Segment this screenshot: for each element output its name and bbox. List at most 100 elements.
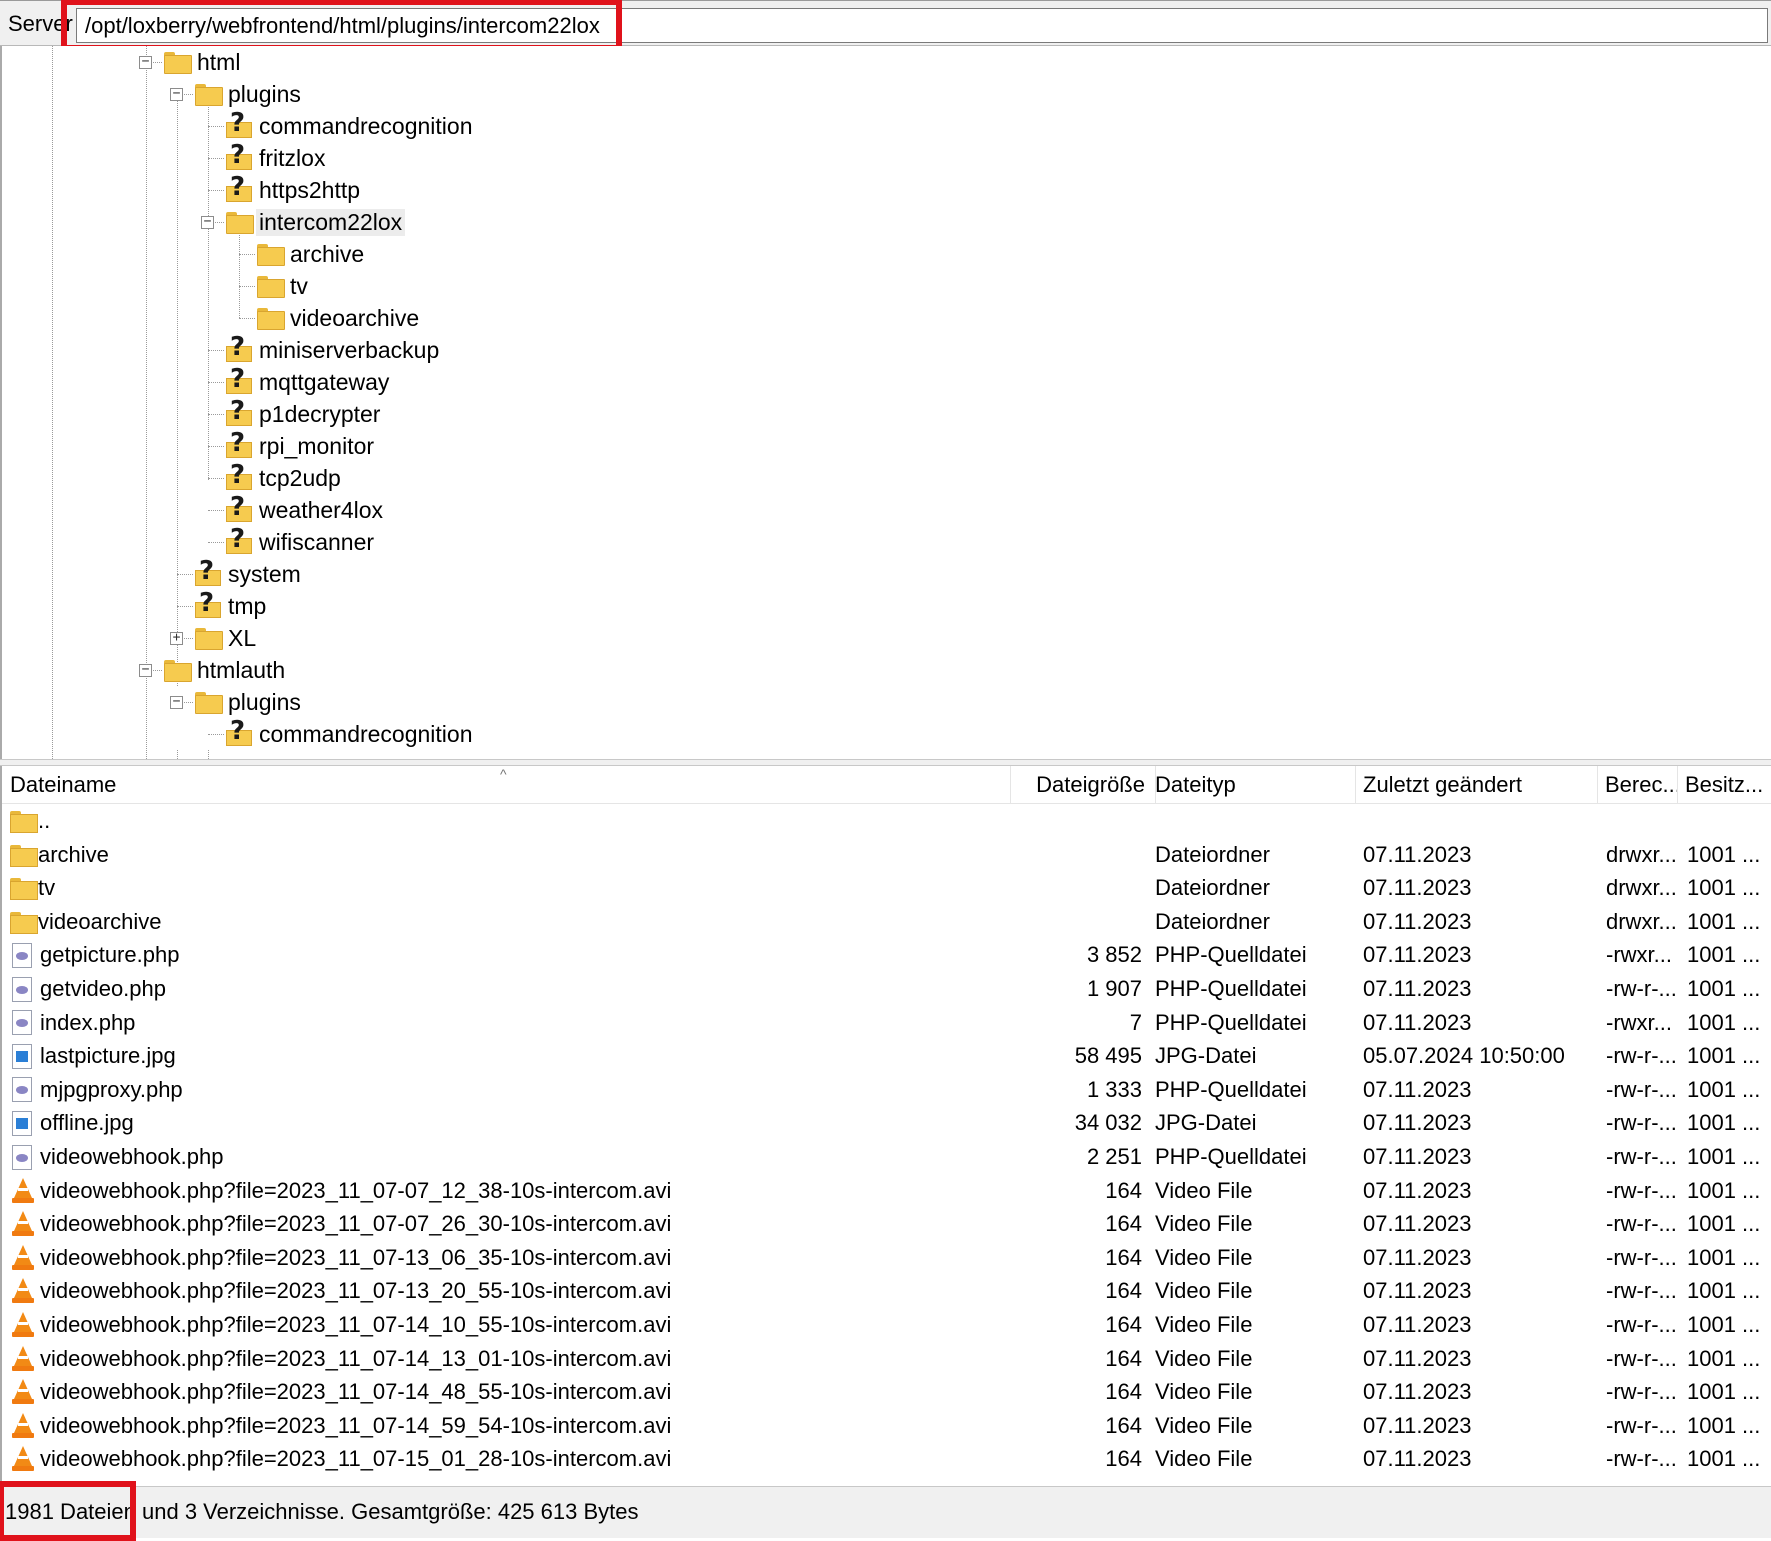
pane-splitter[interactable] bbox=[0, 759, 1771, 766]
tree-node-p1decrypter[interactable]: ? p1decrypter bbox=[226, 398, 383, 430]
tree-node-html[interactable]: html bbox=[164, 46, 243, 78]
file-name-text: videoarchive bbox=[38, 908, 162, 934]
tree-node-tv[interactable]: tv bbox=[257, 270, 311, 302]
file-row[interactable]: videowebhook.php?file=2023_11_07-07_26_3… bbox=[2, 1207, 1771, 1241]
tree-node-https2http[interactable]: ? https2http bbox=[226, 174, 363, 206]
file-name-text: videowebhook.php?file=2023_11_07-14_48_5… bbox=[40, 1379, 672, 1405]
tree-node-commandrecognition[interactable]: ? commandrecognition bbox=[226, 110, 476, 142]
file-type-cell: JPG-Datei bbox=[1155, 1043, 1257, 1069]
file-row[interactable]: tv Dateiordner 07.11.2023 drwxr... 1001 ... bbox=[2, 871, 1771, 905]
file-row[interactable]: videoarchive Dateiordner 07.11.2023 drwxr..… bbox=[2, 905, 1771, 939]
tree-guide-line bbox=[208, 94, 209, 480]
tree-guide-line bbox=[52, 46, 53, 759]
file-modified-cell: 07.11.2023 bbox=[1363, 976, 1472, 1001]
tree-node-miniserverbackup[interactable]: ? miniserverbackup bbox=[226, 334, 442, 366]
tree-node-system[interactable]: ? system bbox=[195, 558, 304, 590]
file-name-text: videowebhook.php?file=2023_11_07-13_20_5… bbox=[40, 1278, 672, 1304]
column-header-filesize[interactable]: Dateigröße bbox=[1010, 766, 1155, 804]
file-row[interactable]: videowebhook.php?file=2023_11_07-14_59_5… bbox=[2, 1409, 1771, 1443]
file-row[interactable]: archive Dateiordner 07.11.2023 drwxr... 1001… bbox=[2, 838, 1771, 872]
tree-node-label: mqttgateway bbox=[259, 368, 390, 395]
tree-node-label: fritzlox bbox=[259, 144, 326, 171]
folder-icon bbox=[10, 844, 38, 867]
file-modified-cell: 07.11.2023 bbox=[1363, 841, 1472, 867]
file-row[interactable]: videowebhook.php?file=2023_11_07-07_12_3… bbox=[2, 1174, 1771, 1208]
tree-guide-line bbox=[208, 414, 224, 415]
file-size-cell: 164 bbox=[1105, 1379, 1142, 1405]
tree-node-archive[interactable]: archive bbox=[257, 238, 367, 270]
file-row[interactable]: mjpgproxy.php 1 333 PHP-Quelldatei 07.11.20… bbox=[2, 1073, 1771, 1107]
folder-icon bbox=[164, 52, 192, 74]
tree-node-commandrecognition[interactable]: ? commandrecognition bbox=[226, 718, 476, 750]
file-name-text: lastpicture.jpg bbox=[40, 1043, 176, 1069]
column-header-filetype[interactable]: Dateityp bbox=[1147, 766, 1355, 804]
tree-node-fritzlox[interactable]: ? fritzlox bbox=[226, 142, 328, 174]
file-modified-cell: 07.11.2023 bbox=[1363, 1312, 1472, 1337]
unknown-folder-icon: ? bbox=[195, 590, 221, 618]
file-size-cell: 7 bbox=[1129, 1009, 1142, 1035]
remote-path-input[interactable] bbox=[76, 8, 1768, 43]
file-row[interactable]: videowebhook.php?file=2023_11_07-13_06_3… bbox=[2, 1241, 1771, 1275]
tree-guide-line bbox=[208, 382, 224, 383]
tree-node-plugins[interactable]: plugins bbox=[195, 686, 304, 718]
tree-expand-icon[interactable]: + bbox=[170, 631, 183, 645]
file-type-cell: Video File bbox=[1155, 1244, 1253, 1270]
tree-collapse-icon[interactable]: − bbox=[170, 695, 183, 709]
tree-node-videoarchive[interactable]: videoarchive bbox=[257, 302, 422, 334]
file-type-cell: PHP-Quelldatei bbox=[1155, 1076, 1307, 1102]
parent-directory-row[interactable]: .. bbox=[2, 804, 1771, 838]
file-row[interactable]: videowebhook.php?file=2023_11_07-14_10_5… bbox=[2, 1308, 1771, 1342]
tree-node-mqttgateway[interactable]: ? mqttgateway bbox=[226, 366, 392, 398]
tree-node-rpi-monitor[interactable]: ? rpi_monitor bbox=[226, 430, 377, 462]
column-header-modified[interactable]: Zuletzt geändert bbox=[1355, 766, 1597, 804]
file-row[interactable]: videowebhook.php?file=2023_11_07-15_01_2… bbox=[2, 1442, 1771, 1476]
tree-node-plugins[interactable]: plugins bbox=[195, 78, 304, 110]
file-modified-cell: 05.07.2024 10:50:00 bbox=[1363, 1043, 1565, 1069]
file-row[interactable]: offline.jpg 34 032 JPG-Datei 07.11.2023 -rw-… bbox=[2, 1106, 1771, 1140]
tree-node-wifiscanner[interactable]: ? wifiscanner bbox=[226, 526, 377, 558]
file-name-text: archive bbox=[38, 841, 109, 867]
file-row[interactable]: videowebhook.php?file=2023_11_07-14_48_5… bbox=[2, 1375, 1771, 1409]
tree-node-tcp2udp[interactable]: ? tcp2udp bbox=[226, 462, 344, 494]
remote-file-list[interactable]: Dateiname ^ Dateigröße Dateityp Zuletzt … bbox=[0, 766, 1771, 1486]
file-name-text: offline.jpg bbox=[40, 1110, 134, 1136]
file-owner-cell: 1001 ... bbox=[1687, 1110, 1761, 1136]
column-header-permissions[interactable]: Berec... bbox=[1597, 766, 1677, 804]
file-row[interactable]: videowebhook.php?file=2023_11_07-13_20_5… bbox=[2, 1274, 1771, 1308]
file-row[interactable]: videowebhook.php?file=2023_11_07-14_13_0… bbox=[2, 1342, 1771, 1376]
tree-node-xl[interactable]: XL bbox=[195, 622, 259, 654]
file-owner-cell: 1001 ... bbox=[1687, 908, 1761, 934]
tree-node-htmlauth[interactable]: htmlauth bbox=[164, 654, 288, 686]
tree-guide-line bbox=[208, 446, 224, 447]
sort-ascending-icon: ^ bbox=[500, 766, 507, 782]
file-row[interactable]: lastpicture.jpg 58 495 JPG-Datei 05.07.2024… bbox=[2, 1039, 1771, 1073]
tree-node-label: miniserverbackup bbox=[259, 336, 440, 363]
tree-guide-line bbox=[239, 286, 255, 287]
file-size-cell: 58 495 bbox=[1074, 1043, 1142, 1069]
tree-node-intercom22lox[interactable]: intercom22lox bbox=[226, 206, 406, 238]
remote-directory-tree[interactable]: − html − plugins? commandrecognition? fritzlo… bbox=[0, 46, 1771, 759]
tree-guide-line bbox=[208, 190, 224, 191]
vlc-cone-icon bbox=[12, 1278, 34, 1304]
tree-node-label: weather4lox bbox=[259, 496, 384, 523]
file-name-cell: videowebhook.php?file=2023_11_07-07_12_3… bbox=[10, 1174, 1000, 1208]
tree-guide-line bbox=[208, 478, 224, 479]
file-row[interactable]: index.php 7 PHP-Quelldatei 07.11.2023 -rwxr.… bbox=[2, 1006, 1771, 1040]
file-row[interactable]: videowebhook.php 2 251 PHP-Quelldatei 07.11… bbox=[2, 1140, 1771, 1174]
tree-node-weather4lox[interactable]: ? weather4lox bbox=[226, 494, 386, 526]
file-owner-cell: 1001 ... bbox=[1687, 1412, 1761, 1438]
file-row[interactable]: getvideo.php 1 907 PHP-Quelldatei 07.11.202… bbox=[2, 972, 1771, 1006]
tree-node-label: commandrecognition bbox=[259, 720, 473, 747]
column-header-owner[interactable]: Besitz... bbox=[1677, 766, 1771, 804]
tree-collapse-icon[interactable]: − bbox=[139, 663, 152, 677]
tree-collapse-icon[interactable]: − bbox=[139, 55, 152, 69]
file-row[interactable]: getpicture.php 3 852 PHP-Quelldatei 07.11.2… bbox=[2, 938, 1771, 972]
file-permissions-cell: -rw-r-... bbox=[1606, 1379, 1677, 1405]
tree-collapse-icon[interactable]: − bbox=[201, 215, 214, 229]
file-name-cell: lastpicture.jpg bbox=[10, 1039, 1000, 1073]
file-name-cell: .. bbox=[10, 804, 1000, 838]
file-type-cell: Video File bbox=[1155, 1278, 1253, 1304]
tree-node-tmp[interactable]: ? tmp bbox=[195, 590, 269, 622]
tree-collapse-icon[interactable]: − bbox=[170, 87, 183, 101]
file-name-text: videowebhook.php?file=2023_11_07-14_13_0… bbox=[40, 1345, 672, 1371]
